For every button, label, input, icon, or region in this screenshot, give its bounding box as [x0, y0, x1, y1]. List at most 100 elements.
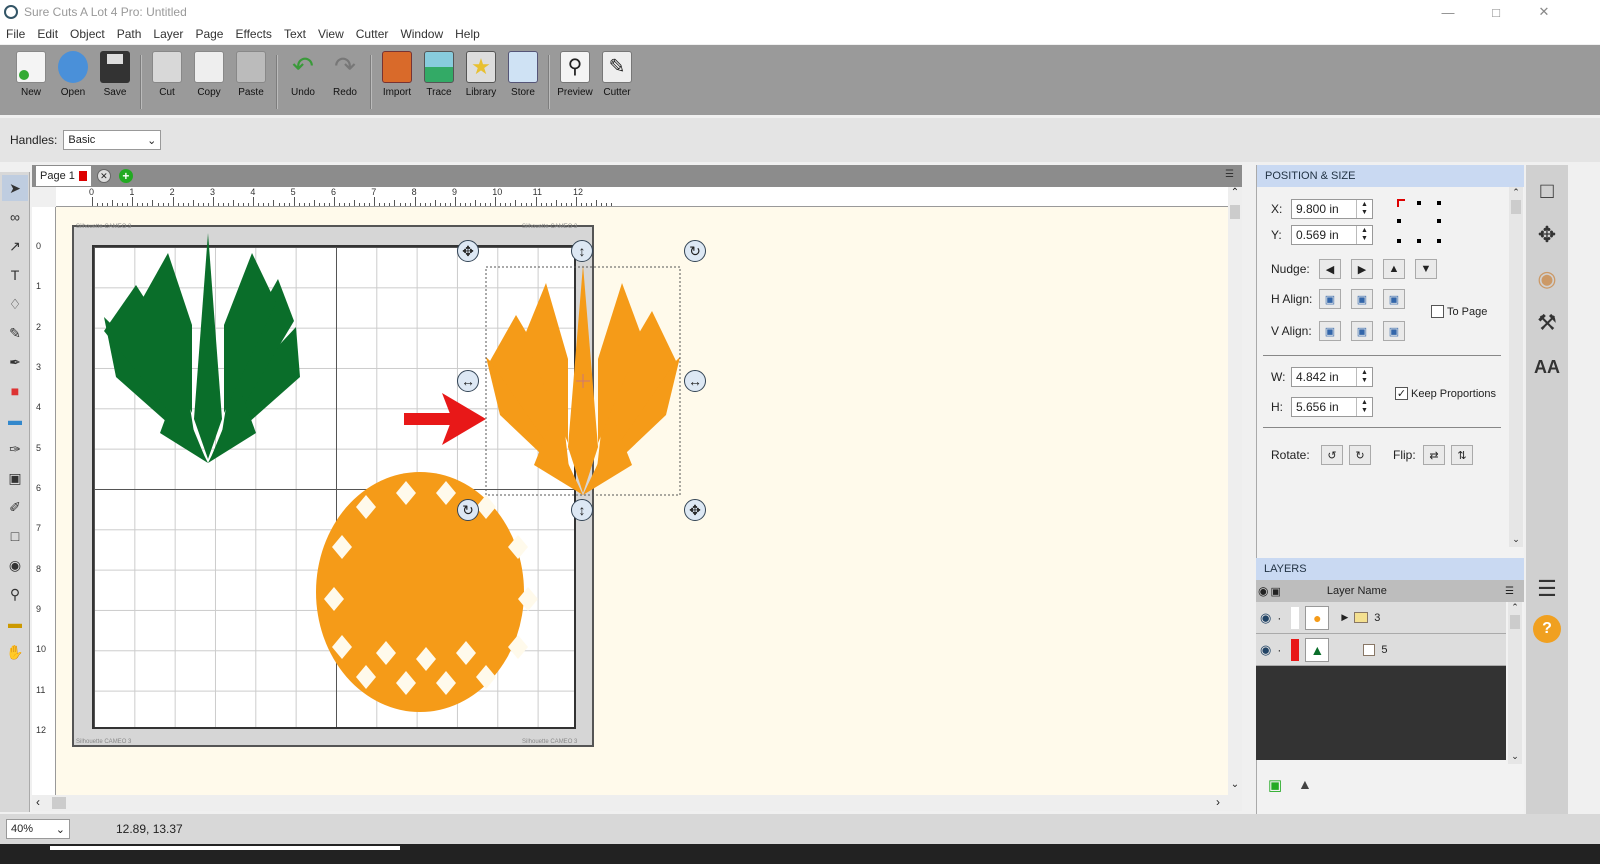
wrench-icon[interactable]: ⚒ — [1529, 305, 1565, 341]
copy-button[interactable]: Copy — [188, 51, 230, 113]
reference-point-grid[interactable] — [1395, 197, 1447, 245]
menu-text[interactable]: Text — [278, 27, 312, 41]
resize-right-handle[interactable]: ↔ — [684, 370, 706, 392]
knife-icon[interactable]: ✐ — [2, 494, 28, 520]
color-palette-icon[interactable]: ◉ — [1529, 261, 1565, 297]
pen-nib-icon[interactable]: ♢ — [2, 291, 28, 317]
height-input[interactable]: 5.656 in ▲ ▼ — [1291, 397, 1373, 417]
undo-button[interactable]: ↶ Undo — [282, 51, 324, 113]
align-left-button[interactable]: ▣ — [1319, 289, 1341, 309]
rotate-cw-button[interactable]: ↻ — [1349, 445, 1371, 465]
eraser-icon[interactable]: ■ — [2, 378, 28, 404]
flip-horizontal-button[interactable]: ⇄ — [1423, 445, 1445, 465]
menu-page[interactable]: Page — [189, 27, 229, 41]
tab-menu-icon[interactable]: ☰ — [1225, 169, 1234, 180]
menu-help[interactable]: Help — [449, 27, 486, 41]
vertical-scrollbar[interactable]: ⌃ ⌄ — [1228, 187, 1242, 795]
gradient-fill-icon[interactable]: ▣ — [2, 465, 28, 491]
y-input[interactable]: 0.569 in ▲ ▼ — [1291, 225, 1373, 245]
move-arrows-icon[interactable]: ✥ — [1529, 217, 1565, 253]
tab-page-1[interactable]: Page 1 — [36, 166, 91, 186]
close-page-icon[interactable]: ✕ — [96, 169, 111, 183]
menu-view[interactable]: View — [312, 27, 350, 41]
menu-effects[interactable]: Effects — [229, 27, 277, 41]
node-edit-icon[interactable]: ↗ — [2, 233, 28, 259]
layers-menu-icon[interactable]: ☰ — [1505, 586, 1514, 597]
align-bottom-button[interactable]: ▣ — [1383, 321, 1405, 341]
measure-ruler-icon[interactable]: ▬ — [2, 610, 28, 636]
layers-scrollbar[interactable]: ⌃ ⌄ — [1508, 602, 1522, 764]
pencil-icon[interactable]: ✎ — [2, 320, 28, 346]
lock-toggle[interactable]: · — [1277, 611, 1281, 625]
redo-button[interactable]: ↷ Redo — [324, 51, 366, 113]
nudge-right-button[interactable]: ▶ — [1351, 259, 1373, 279]
zoom-select[interactable]: 40% ⌄ — [6, 819, 70, 839]
crop-icon[interactable]: □ — [2, 523, 28, 549]
add-page-icon[interactable]: + — [118, 169, 133, 183]
y-spinner[interactable]: ▲ ▼ — [1356, 226, 1372, 244]
menu-object[interactable]: Object — [64, 27, 111, 41]
menu-cutter[interactable]: Cutter — [350, 27, 395, 41]
expand-triangle-icon[interactable]: ▶ — [1341, 612, 1348, 623]
x-spinner[interactable]: ▲ ▼ — [1356, 200, 1372, 218]
resize-bottom-handle[interactable]: ↕ — [571, 499, 593, 521]
resize-top-handle[interactable]: ↕ — [571, 240, 593, 262]
lasso-select-icon[interactable]: ∞ — [2, 204, 28, 230]
menu-layer[interactable]: Layer — [147, 27, 189, 41]
minimize-button[interactable]: — — [1424, 0, 1472, 24]
trace-button[interactable]: Trace — [418, 51, 460, 113]
add-layer-icon[interactable]: ▣ — [1268, 776, 1282, 794]
zoom-icon[interactable]: ⚲ — [2, 581, 28, 607]
close-button[interactable]: ✕ — [1520, 0, 1568, 24]
layer-row[interactable]: ◉ · ● ▶ 3 — [1256, 602, 1506, 634]
select-arrow-icon[interactable]: ➤ — [2, 175, 28, 201]
visibility-eye-icon[interactable]: ◉ — [1260, 642, 1271, 658]
scroll-thumb[interactable] — [52, 797, 66, 809]
scale-corner-handle[interactable]: ✥ — [684, 499, 706, 521]
maximize-button[interactable]: □ — [1472, 0, 1520, 24]
align-right-button[interactable]: ▣ — [1383, 289, 1405, 309]
width-input[interactable]: 4.842 in ▲ ▼ — [1291, 367, 1373, 387]
cut-button[interactable]: Cut — [146, 51, 188, 113]
resize-left-handle[interactable]: ↔ — [457, 370, 479, 392]
text-font-icon[interactable]: AA — [1529, 349, 1565, 385]
open-button[interactable]: Open — [52, 51, 94, 113]
menu-path[interactable]: Path — [111, 27, 148, 41]
panel-scrollbar[interactable]: ⌃ ⌄ — [1509, 187, 1523, 547]
eyedropper-icon[interactable]: ✑ — [2, 436, 28, 462]
align-center-h-button[interactable]: ▣ — [1351, 289, 1373, 309]
to-page-checkbox[interactable] — [1431, 305, 1444, 318]
new-button[interactable]: New — [10, 51, 52, 113]
scroll-up-icon[interactable]: ⌃ — [1228, 187, 1242, 203]
scroll-right-icon[interactable]: › — [1216, 795, 1220, 809]
move-handle[interactable]: ✥ — [457, 240, 479, 262]
menu-edit[interactable]: Edit — [31, 27, 64, 41]
preview-button[interactable]: ⚲ Preview — [554, 51, 596, 113]
nudge-down-button[interactable]: ▼ — [1415, 259, 1437, 279]
layer-row[interactable]: ◉ · ▲ 5 — [1256, 634, 1506, 666]
align-middle-v-button[interactable]: ▣ — [1351, 321, 1373, 341]
flip-vertical-button[interactable]: ⇅ — [1451, 445, 1473, 465]
visibility-eye-icon[interactable]: ◉ — [1260, 610, 1271, 626]
scroll-left-icon[interactable]: ‹ — [36, 795, 40, 809]
library-button[interactable]: ★ Library — [460, 51, 502, 113]
save-button[interactable]: Save — [94, 51, 136, 113]
nudge-left-button[interactable]: ◀ — [1319, 259, 1341, 279]
brush-icon[interactable]: ✒ — [2, 349, 28, 375]
rotate-top-right-handle[interactable]: ↻ — [684, 240, 706, 262]
help-question-icon[interactable]: ? — [1533, 615, 1561, 643]
delete-layer-icon[interactable]: ▲ — [1298, 776, 1312, 792]
contour-icon[interactable]: ◉ — [2, 552, 28, 578]
handles-select[interactable]: Basic ⌄ — [63, 130, 162, 150]
lock-toggle[interactable]: · — [1277, 643, 1281, 657]
design-canvas[interactable]: Silhouette CAMEO 3 Silhouette CAMEO 3 Si… — [56, 207, 1234, 795]
keep-proportions-checkbox[interactable]: ✓ — [1395, 387, 1408, 400]
hand-pan-icon[interactable]: ✋ — [2, 639, 28, 665]
import-button[interactable]: Import — [376, 51, 418, 113]
align-top-button[interactable]: ▣ — [1319, 321, 1341, 341]
rectangle-shape-icon[interactable]: ▬ — [2, 407, 28, 433]
horizontal-scrollbar[interactable]: ‹ › — [32, 795, 1242, 811]
menu-file[interactable]: File — [0, 27, 31, 41]
scroll-down-icon[interactable]: ⌄ — [1228, 779, 1242, 795]
cutter-button[interactable]: ✎ Cutter — [596, 51, 638, 113]
